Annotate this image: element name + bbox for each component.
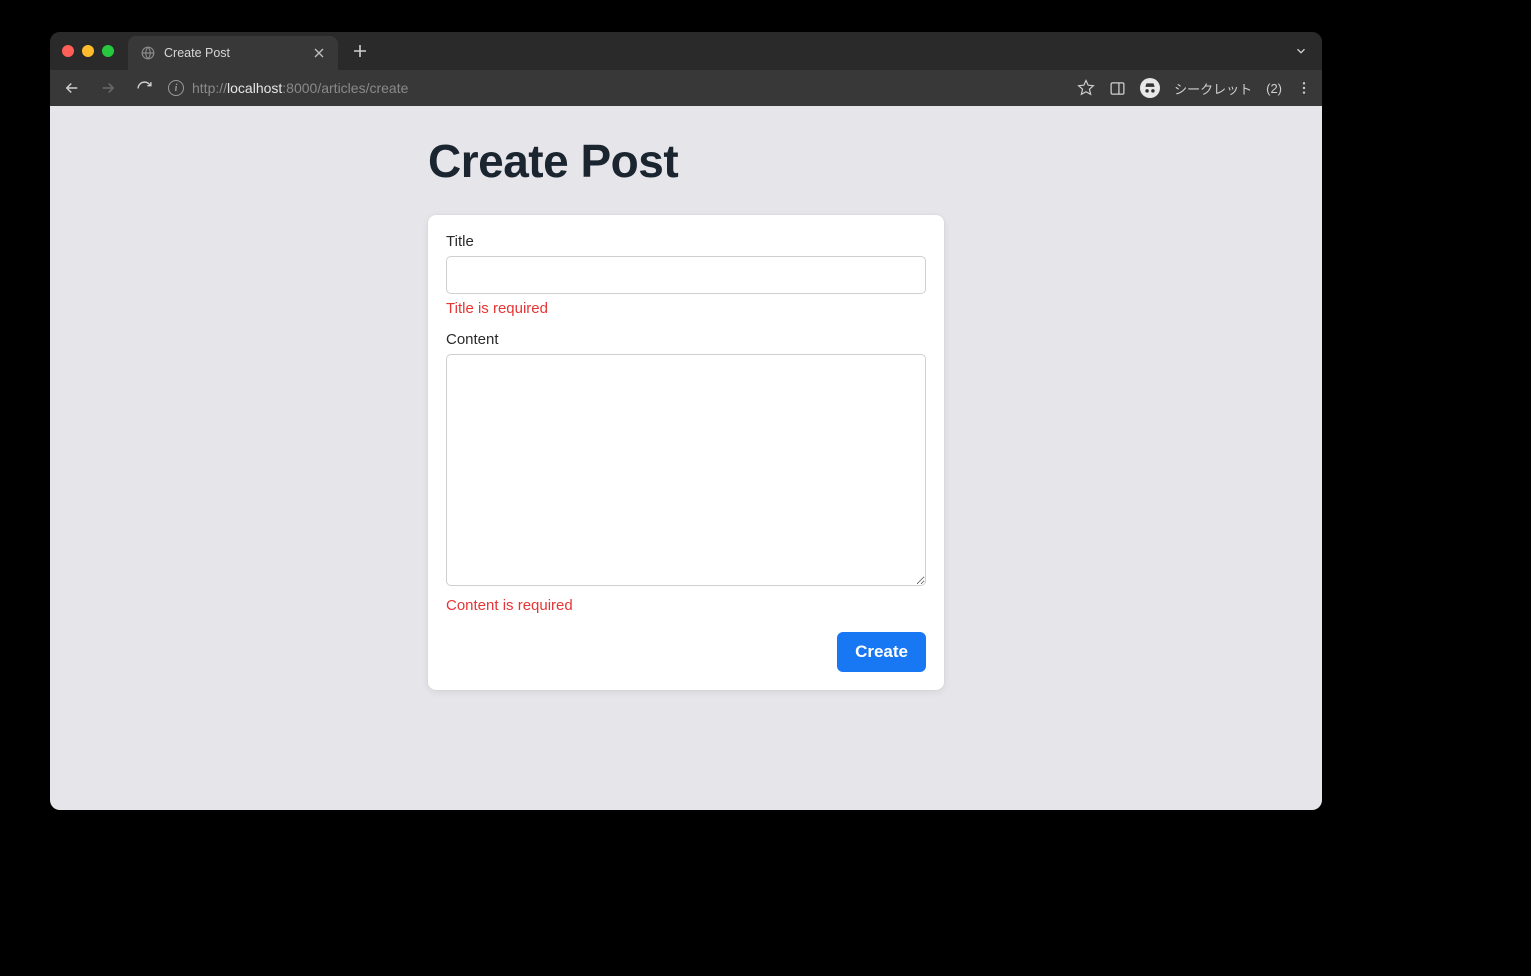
browser-window: Create Post xyxy=(50,32,1322,810)
title-label: Title xyxy=(446,233,926,250)
title-group: Title Title is required xyxy=(446,233,926,317)
forward-button[interactable] xyxy=(96,76,120,100)
toolbar-right: シークレット (2) xyxy=(1077,78,1312,98)
browser-toolbar: i http://localhost:8000/articles/create xyxy=(50,70,1322,106)
panel-icon[interactable] xyxy=(1109,80,1126,97)
title-input[interactable] xyxy=(446,256,926,294)
url-text: http://localhost:8000/articles/create xyxy=(192,80,408,96)
content-group: Content Content is required xyxy=(446,331,926,614)
bookmark-icon[interactable] xyxy=(1077,79,1095,97)
browser-tab[interactable]: Create Post xyxy=(128,36,338,70)
page-content: Create Post Title Title is required Cont… xyxy=(428,106,944,690)
minimize-window-button[interactable] xyxy=(82,45,94,57)
site-info-icon[interactable]: i xyxy=(168,80,184,96)
back-button[interactable] xyxy=(60,76,84,100)
tabs-chevron-button[interactable] xyxy=(1294,32,1308,70)
browser-titlebar: Create Post xyxy=(50,32,1322,70)
menu-icon[interactable] xyxy=(1296,80,1312,96)
content-error: Content is required xyxy=(446,597,926,614)
tab-title: Create Post xyxy=(164,46,304,60)
incognito-icon[interactable] xyxy=(1140,78,1160,98)
create-button[interactable]: Create xyxy=(837,632,926,672)
maximize-window-button[interactable] xyxy=(102,45,114,57)
reload-button[interactable] xyxy=(132,76,156,100)
close-tab-button[interactable] xyxy=(312,46,326,60)
page-viewport: Create Post Title Title is required Cont… xyxy=(50,106,1322,810)
address-bar[interactable]: i http://localhost:8000/articles/create xyxy=(168,80,1065,96)
title-error: Title is required xyxy=(446,300,926,317)
content-label: Content xyxy=(446,331,926,348)
content-textarea[interactable] xyxy=(446,354,926,586)
incognito-count: (2) xyxy=(1266,81,1282,96)
globe-icon xyxy=(140,45,156,61)
form-actions: Create xyxy=(446,632,926,672)
page-title: Create Post xyxy=(428,136,944,187)
new-tab-button[interactable] xyxy=(346,37,374,65)
incognito-label: シークレット xyxy=(1174,79,1252,98)
window-controls xyxy=(62,45,114,57)
close-window-button[interactable] xyxy=(62,45,74,57)
form-card: Title Title is required Content Content … xyxy=(428,215,944,690)
